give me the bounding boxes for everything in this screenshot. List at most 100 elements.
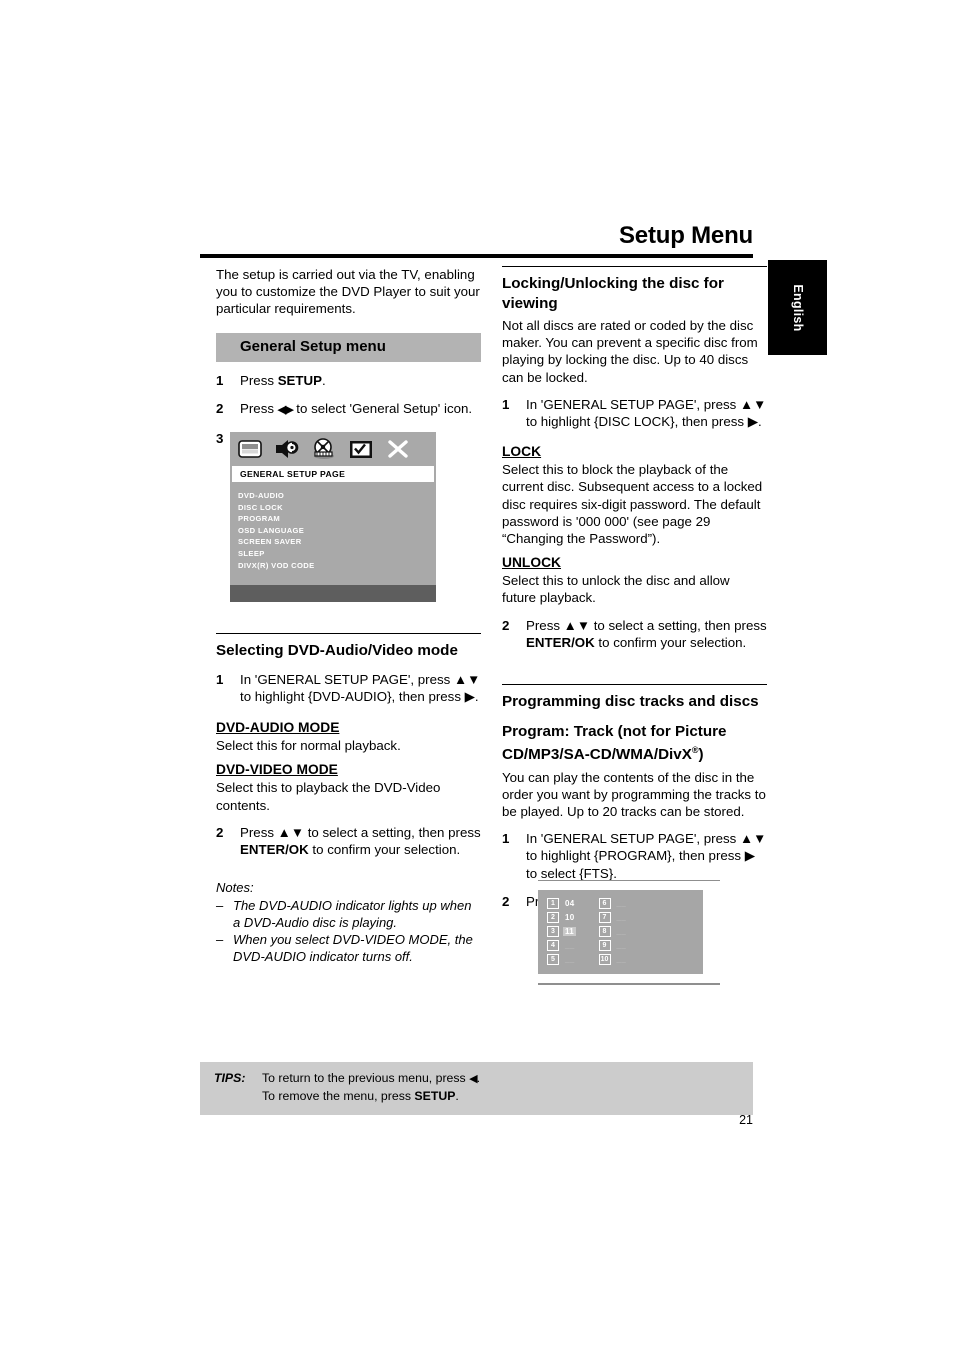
program-slot-value: __ bbox=[616, 899, 626, 909]
tips-line-2-text: To remove the menu, press bbox=[262, 1088, 415, 1103]
left-arrow-icon: ◀ bbox=[469, 1073, 478, 1085]
close-x-icon bbox=[384, 437, 412, 461]
tips-line-1: To return to the previous menu, press ◀. bbox=[262, 1070, 753, 1088]
right-column: Locking/Unlocking the disc for viewing N… bbox=[502, 266, 767, 910]
step-number: 2 bbox=[216, 400, 224, 416]
note-item: – The DVD-AUDIO indicator lights up when… bbox=[216, 897, 481, 931]
program-slot-number: 10 bbox=[598, 954, 611, 966]
dash-bullet-icon: – bbox=[216, 932, 224, 948]
program-bottom-rule bbox=[538, 983, 720, 985]
dvd-audio-mode-body: Select this for normal playback. bbox=[216, 738, 401, 754]
language-tab: English bbox=[768, 260, 827, 355]
unlock-body: Select this to unlock the disc and allow… bbox=[502, 573, 730, 606]
document-page: Setup Menu English The setup is carried … bbox=[0, 0, 954, 1351]
step-bold: SETUP bbox=[277, 372, 323, 388]
language-tab-label: English bbox=[790, 283, 805, 332]
step-number: 1 bbox=[216, 671, 224, 687]
list-item: 1 In 'GENERAL SETUP PAGE', press ▲▼ to hi… bbox=[216, 671, 481, 705]
tips-line-1-end: . bbox=[476, 1071, 480, 1085]
step-bold: ENTER/OK bbox=[526, 634, 595, 650]
osd-menu-item-sleep: SLEEP bbox=[238, 548, 265, 558]
unlock-heading: UNLOCK bbox=[502, 555, 562, 571]
osd-menu-item-divx-vod-code: DIVX(R) VOD CODE bbox=[238, 560, 315, 570]
tips-line-1-text: To return to the previous menu, press bbox=[262, 1071, 470, 1085]
program-slot-number: 6 bbox=[598, 898, 611, 910]
program-entry: 3 11 bbox=[547, 926, 577, 938]
step-number: 1 bbox=[502, 396, 510, 412]
tips-bar: TIPS: To return to the previous menu, pr… bbox=[200, 1062, 753, 1115]
program-entry: 2 10 bbox=[547, 912, 577, 924]
program-slot-number: 9 bbox=[598, 940, 611, 952]
program-slot-number: 4 bbox=[547, 940, 559, 952]
program-entry: 8 __ bbox=[598, 926, 629, 938]
step-text: In 'GENERAL SETUP PAGE', press ▲▼ to hig… bbox=[526, 396, 767, 430]
osd-icon-bar bbox=[230, 432, 436, 466]
selecting-mode-section: Selecting DVD-Audio/Video mode bbox=[216, 633, 481, 661]
program-top-rule bbox=[538, 880, 720, 882]
program-slot-value: __ bbox=[616, 941, 626, 951]
program-track-subheading-close: ) bbox=[698, 746, 704, 764]
tips-line-2-bold: SETUP bbox=[414, 1088, 456, 1103]
lock-body: Select this to block the playback of the… bbox=[502, 462, 763, 547]
list-item: 2 Press ▲▼ to select a setting, then pres… bbox=[216, 824, 481, 858]
program-slot-value-highlighted: 11 bbox=[563, 927, 577, 937]
step-bold: ENTER/OK bbox=[240, 841, 309, 857]
speaker-audio-icon bbox=[273, 437, 301, 461]
osd-menu-item-dvd-audio: DVD-AUDIO bbox=[238, 491, 285, 500]
osd-title-bar: GENERAL SETUP PAGE bbox=[232, 466, 434, 482]
header-rule bbox=[200, 254, 753, 258]
step-number: 1 bbox=[502, 831, 510, 847]
osd-menu-item-osd-language: OSD LANGUAGE bbox=[238, 525, 305, 535]
list-item: 1 Press SETUP. bbox=[216, 372, 481, 389]
step-number: 2 bbox=[502, 893, 510, 909]
programming-body: You can play the contents of the disc in… bbox=[502, 769, 766, 820]
program-slot-number: 2 bbox=[547, 912, 559, 924]
section-heading: Locking/Unlocking the disc for viewing bbox=[502, 275, 724, 312]
left-column: The setup is carried out via the TV, ena… bbox=[216, 266, 481, 965]
step-text-end: . bbox=[322, 372, 326, 388]
program-entry: 7 __ bbox=[598, 912, 629, 924]
osd-menu-item-disc-lock: DISC LOCK bbox=[238, 502, 283, 512]
step-text-end: to confirm your selection. bbox=[594, 634, 747, 650]
program-entry: 9 __ bbox=[598, 940, 629, 952]
dash-bullet-icon: – bbox=[216, 898, 224, 914]
program-slot-value: __ bbox=[616, 927, 626, 937]
section-heading: Selecting DVD-Audio/Video mode bbox=[216, 642, 458, 660]
program-slot-number: 8 bbox=[598, 926, 611, 938]
tips-line-2: To remove the menu, press SETUP. bbox=[262, 1088, 753, 1105]
notes-title: Notes: bbox=[216, 880, 254, 896]
program-slot-number: 7 bbox=[598, 912, 611, 924]
list-item: 1 In 'GENERAL SETUP PAGE', press ▲▼ to hi… bbox=[502, 396, 767, 430]
program-entry: 4 __ bbox=[547, 940, 577, 952]
step-text: Press ▲▼ to select a setting, then press bbox=[526, 617, 767, 633]
program-slot-number: 5 bbox=[547, 954, 559, 966]
step-text: Press bbox=[240, 372, 278, 388]
program-entry: 1 04 bbox=[547, 898, 577, 910]
film-reel-icon bbox=[310, 437, 338, 461]
program-slot-number: 1 bbox=[547, 898, 559, 910]
program-slot-value: __ bbox=[565, 941, 575, 951]
step-text: Press bbox=[240, 400, 278, 416]
general-setup-band-heading: General Setup menu bbox=[216, 332, 481, 362]
page-number: 21 bbox=[739, 1113, 753, 1127]
osd-menu-item-program: PROGRAM bbox=[238, 514, 281, 524]
program-slot-value: 10 bbox=[565, 913, 575, 923]
program-slot-value: __ bbox=[616, 913, 626, 923]
dvd-audio-mode-heading: DVD-AUDIO MODE bbox=[216, 720, 340, 736]
locking-section: Locking/Unlocking the disc for viewing bbox=[502, 266, 767, 313]
osd-footer-bar bbox=[230, 585, 436, 602]
program-track-subheading-text: Program: Track (not for Picture CD/MP3/S… bbox=[502, 722, 727, 764]
locking-body: Not all discs are rated or coded by the … bbox=[502, 318, 758, 385]
lock-heading: LOCK bbox=[502, 444, 542, 460]
program-entry: 6 __ bbox=[598, 898, 629, 910]
note-text: When you select DVD-VIDEO MODE, the DVD-… bbox=[233, 932, 473, 965]
dvd-video-mode-body: Select this to playback the DVD-Video co… bbox=[216, 780, 441, 813]
tips-line-2-end: . bbox=[455, 1088, 459, 1103]
program-track-subheading: Program: Track (not for Picture CD/MP3/S… bbox=[502, 722, 767, 765]
step-number: 1 bbox=[216, 372, 224, 388]
program-slot-value: __ bbox=[565, 955, 575, 965]
note-item: – When you select DVD-VIDEO MODE, the DV… bbox=[216, 931, 481, 965]
program-column-left: 1 04 2 10 3 11 4 __ 5 __ bbox=[547, 898, 577, 966]
program-entry: 10 __ bbox=[598, 954, 629, 966]
step-number: 2 bbox=[502, 617, 510, 633]
